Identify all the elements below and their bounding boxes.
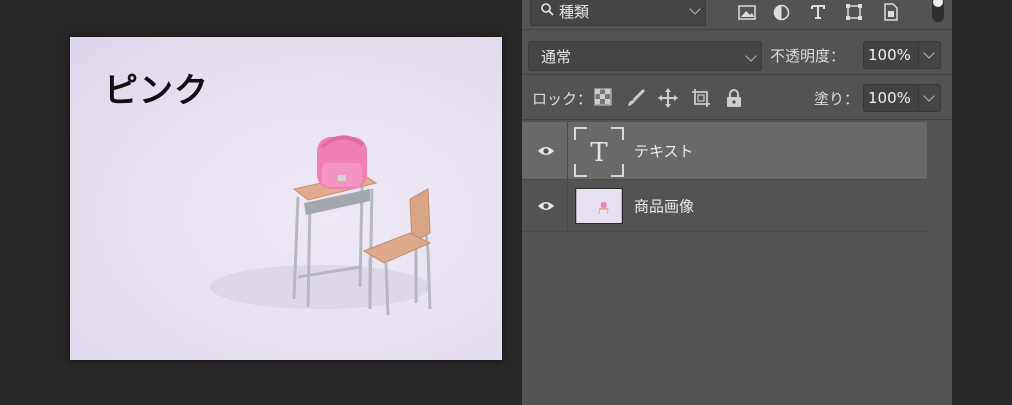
filter-kind-label: 種類 — [559, 2, 590, 21]
blend-mode-value: 通常 — [541, 47, 572, 66]
layer-name[interactable]: 商品画像 — [634, 195, 694, 216]
image-layer-thumbnail — [575, 188, 623, 224]
document-canvas[interactable]: ピンク — [70, 37, 502, 360]
lock-paint-icon[interactable] — [626, 88, 646, 108]
layers-list: T テキスト 商品画像 — [522, 122, 927, 232]
layers-scroll-area[interactable] — [927, 122, 952, 405]
canvas-text-layer[interactable]: ピンク — [104, 63, 209, 112]
visibility-toggle[interactable] — [522, 180, 568, 231]
chevron-down-icon — [745, 50, 757, 62]
type-glyph: T — [590, 138, 608, 168]
opacity-dropdown[interactable] — [919, 41, 941, 69]
eye-icon — [538, 146, 554, 155]
lock-label: ロック： — [532, 90, 593, 108]
layer-row-image[interactable]: 商品画像 — [522, 180, 927, 232]
chevron-down-icon — [923, 47, 935, 59]
chevron-down-icon — [689, 3, 701, 15]
chevron-down-icon — [923, 90, 935, 102]
fill-dropdown[interactable] — [919, 84, 941, 112]
layer-filter-row: 種類 — [522, 0, 952, 30]
blend-mode-select[interactable]: 通常 — [528, 41, 762, 71]
opacity-label: 不透明度： — [770, 47, 846, 65]
type-filter-icon[interactable] — [807, 0, 829, 24]
shape-filter-icon[interactable] — [843, 0, 865, 24]
visibility-toggle[interactable] — [522, 122, 568, 179]
text-layer-thumbnail: T — [574, 127, 624, 177]
layer-name[interactable]: テキスト — [634, 140, 694, 161]
lock-artboard-icon[interactable] — [691, 88, 711, 108]
blend-opacity-row: 通常 不透明度： 100% — [522, 31, 952, 75]
opacity-field[interactable]: 100% — [863, 41, 919, 69]
lock-transparent-icon[interactable] — [594, 88, 614, 108]
image-filter-icon[interactable] — [736, 0, 758, 24]
smart-object-filter-icon[interactable] — [880, 0, 902, 24]
filter-kind-select[interactable]: 種類 — [530, 0, 706, 26]
search-icon — [541, 2, 559, 20]
eye-icon — [538, 201, 554, 210]
photoshop-workspace: ピンク 種類 通常 不透明度： 100% ロック： 塗り： 100% T テキス… — [0, 0, 1012, 405]
adjustment-filter-icon[interactable] — [770, 0, 792, 24]
lock-all-icon[interactable] — [725, 88, 745, 108]
fill-field[interactable]: 100% — [863, 84, 919, 112]
filter-toggle[interactable] — [932, 0, 944, 22]
lock-fill-row: ロック： 塗り： 100% — [522, 76, 952, 120]
layer-row-text[interactable]: T テキスト — [522, 122, 927, 180]
pink-backpack — [317, 135, 367, 189]
dock-gap — [952, 0, 1012, 405]
fill-label: 塗り： — [814, 90, 860, 108]
layers-panel: 種類 通常 不透明度： 100% ロック： 塗り： 100% T テキスト 商品… — [522, 0, 952, 405]
lock-position-icon[interactable] — [658, 88, 678, 108]
